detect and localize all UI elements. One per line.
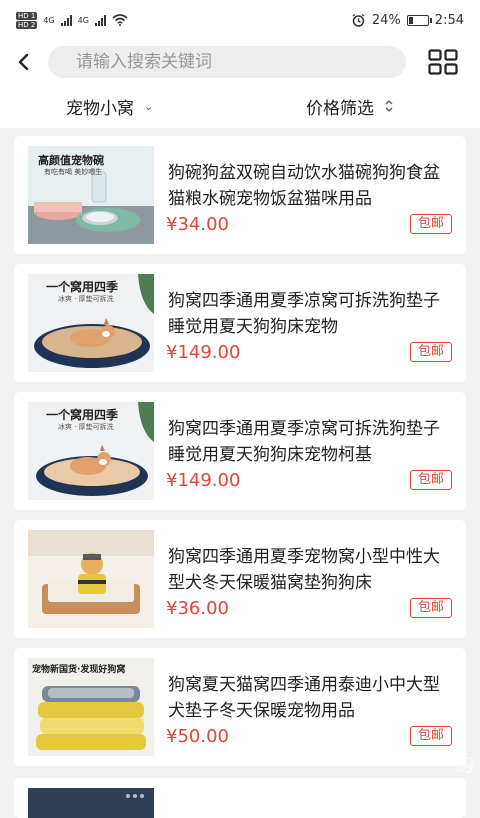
thumb-caption: 宠物新国货·发现好狗窝 bbox=[32, 665, 126, 675]
carousel-dots bbox=[126, 794, 144, 798]
product-price: ¥36.00 bbox=[166, 598, 229, 619]
network-type-2: 4G bbox=[77, 15, 89, 25]
product-image bbox=[28, 788, 154, 818]
battery-fill bbox=[408, 16, 413, 24]
product-image: 一个窝用四季 冰爽 · 厚垫可拆洗 bbox=[28, 274, 154, 372]
wifi-icon bbox=[112, 14, 128, 26]
alarm-icon bbox=[352, 13, 365, 27]
price-filter[interactable]: 价格筛选 bbox=[306, 94, 394, 119]
search-input[interactable] bbox=[74, 51, 406, 73]
signal-icon-2 bbox=[94, 14, 106, 26]
chevron-down-icon: ⌄ bbox=[144, 99, 154, 113]
product-title: 狗窝夏天猫窝四季通用泰迪小中大型犬垫子冬天保暖宠物用品 bbox=[168, 675, 440, 721]
back-button[interactable] bbox=[0, 40, 48, 84]
search-box[interactable] bbox=[48, 46, 406, 78]
product-card[interactable]: 宠物新国货·发现好狗窝 狗窝夏天猫窝四季通用泰迪小中大型犬垫子冬天保暖宠物用品 … bbox=[14, 648, 466, 766]
product-card[interactable]: 一个窝用四季 冰爽 · 厚垫可拆洗 狗窝四季通用夏季凉窝可拆洗狗垫子睡觉用夏天狗… bbox=[14, 264, 466, 382]
filter-bar: 宠物小窝 ⌄ 价格筛选 bbox=[0, 84, 480, 128]
product-price: ¥34.00 bbox=[166, 214, 229, 235]
product-card[interactable]: 一个窝用四季 冰爽 · 厚垫可拆洗 狗窝四季通用夏季凉窝可拆洗狗垫子睡觉用夏天狗… bbox=[14, 392, 466, 510]
status-bar-left: HD 1 HD 2 4G 4G bbox=[16, 11, 128, 29]
product-price: ¥50.00 bbox=[166, 726, 229, 747]
battery-percent: 24% bbox=[371, 12, 401, 28]
signal-icon bbox=[60, 14, 72, 26]
thumb-caption: 高颜值宠物碗 bbox=[38, 154, 104, 167]
battery-icon bbox=[406, 14, 432, 26]
thumb-subcaption: 冰爽 · 厚垫可拆洗 bbox=[58, 423, 114, 431]
thumb-caption: 一个窝用四季 bbox=[46, 280, 119, 294]
thumb-subcaption: 冰爽 · 厚垫可拆洗 bbox=[58, 295, 114, 303]
status-bar-right: 24% 2:54 bbox=[351, 13, 464, 28]
thumb-subcaption: 有吃有喝 美妙喂生 bbox=[44, 168, 103, 176]
free-shipping-badge: 包邮 bbox=[410, 342, 452, 362]
product-image bbox=[28, 530, 154, 628]
free-shipping-badge: 包邮 bbox=[410, 470, 452, 490]
product-card-partial[interactable] bbox=[14, 778, 466, 818]
sim-indicators: HD 1 HD 2 bbox=[16, 11, 38, 29]
sim1-label: HD 1 bbox=[16, 11, 38, 20]
header bbox=[0, 40, 480, 84]
watermark: 购 bbox=[454, 752, 474, 776]
sim2-label: HD 2 bbox=[16, 20, 38, 29]
product-card[interactable]: 高颜值宠物碗 有吃有喝 美妙喂生 狗碗狗盆双碗自动饮水猫碗狗狗食盆猫粮水碗宠物饭… bbox=[14, 136, 466, 254]
clock-time: 2:54 bbox=[434, 12, 464, 28]
thumb-caption: 一个窝用四季 bbox=[46, 408, 119, 422]
free-shipping-badge: 包邮 bbox=[410, 726, 452, 746]
grid-view-icon bbox=[428, 49, 458, 75]
product-image: 一个窝用四季 冰爽 · 厚垫可拆洗 bbox=[28, 402, 154, 500]
product-title: 狗窝四季通用夏季凉窝可拆洗狗垫子睡觉用夏天狗狗床宠物柯基 bbox=[168, 419, 440, 465]
product-card[interactable]: 狗窝四季通用夏季宠物窝小型中性大型犬冬天保暖猫窝垫狗狗床 ¥36.00 包邮 bbox=[14, 520, 466, 638]
category-filter[interactable]: 宠物小窝 ⌄ bbox=[66, 94, 153, 119]
product-image: 高颜值宠物碗 有吃有喝 美妙喂生 bbox=[28, 146, 154, 244]
product-price: ¥149.00 bbox=[166, 470, 241, 491]
chevron-left-icon bbox=[18, 53, 29, 71]
product-title: 狗窝四季通用夏季凉窝可拆洗狗垫子睡觉用夏天狗狗床宠物 bbox=[168, 291, 440, 337]
free-shipping-badge: 包邮 bbox=[410, 214, 452, 234]
sort-arrows-icon bbox=[385, 100, 393, 112]
network-type: 4G bbox=[43, 15, 55, 25]
product-title: 狗窝四季通用夏季宠物窝小型中性大型犬冬天保暖猫窝垫狗狗床 bbox=[168, 547, 440, 593]
price-filter-label: 价格筛选 bbox=[306, 98, 374, 119]
grid-view-button[interactable] bbox=[406, 40, 480, 84]
product-image: 宠物新国货·发现好狗窝 bbox=[28, 658, 154, 756]
product-price: ¥149.00 bbox=[166, 342, 241, 363]
free-shipping-badge: 包邮 bbox=[410, 598, 452, 618]
category-filter-label: 宠物小窝 bbox=[66, 98, 134, 119]
product-title: 狗碗狗盆双碗自动饮水猫碗狗狗食盆猫粮水碗宠物饭盆猫咪用品 bbox=[168, 163, 440, 209]
status-bar: HD 1 HD 2 4G 4G 24% 2:54 bbox=[0, 0, 480, 40]
